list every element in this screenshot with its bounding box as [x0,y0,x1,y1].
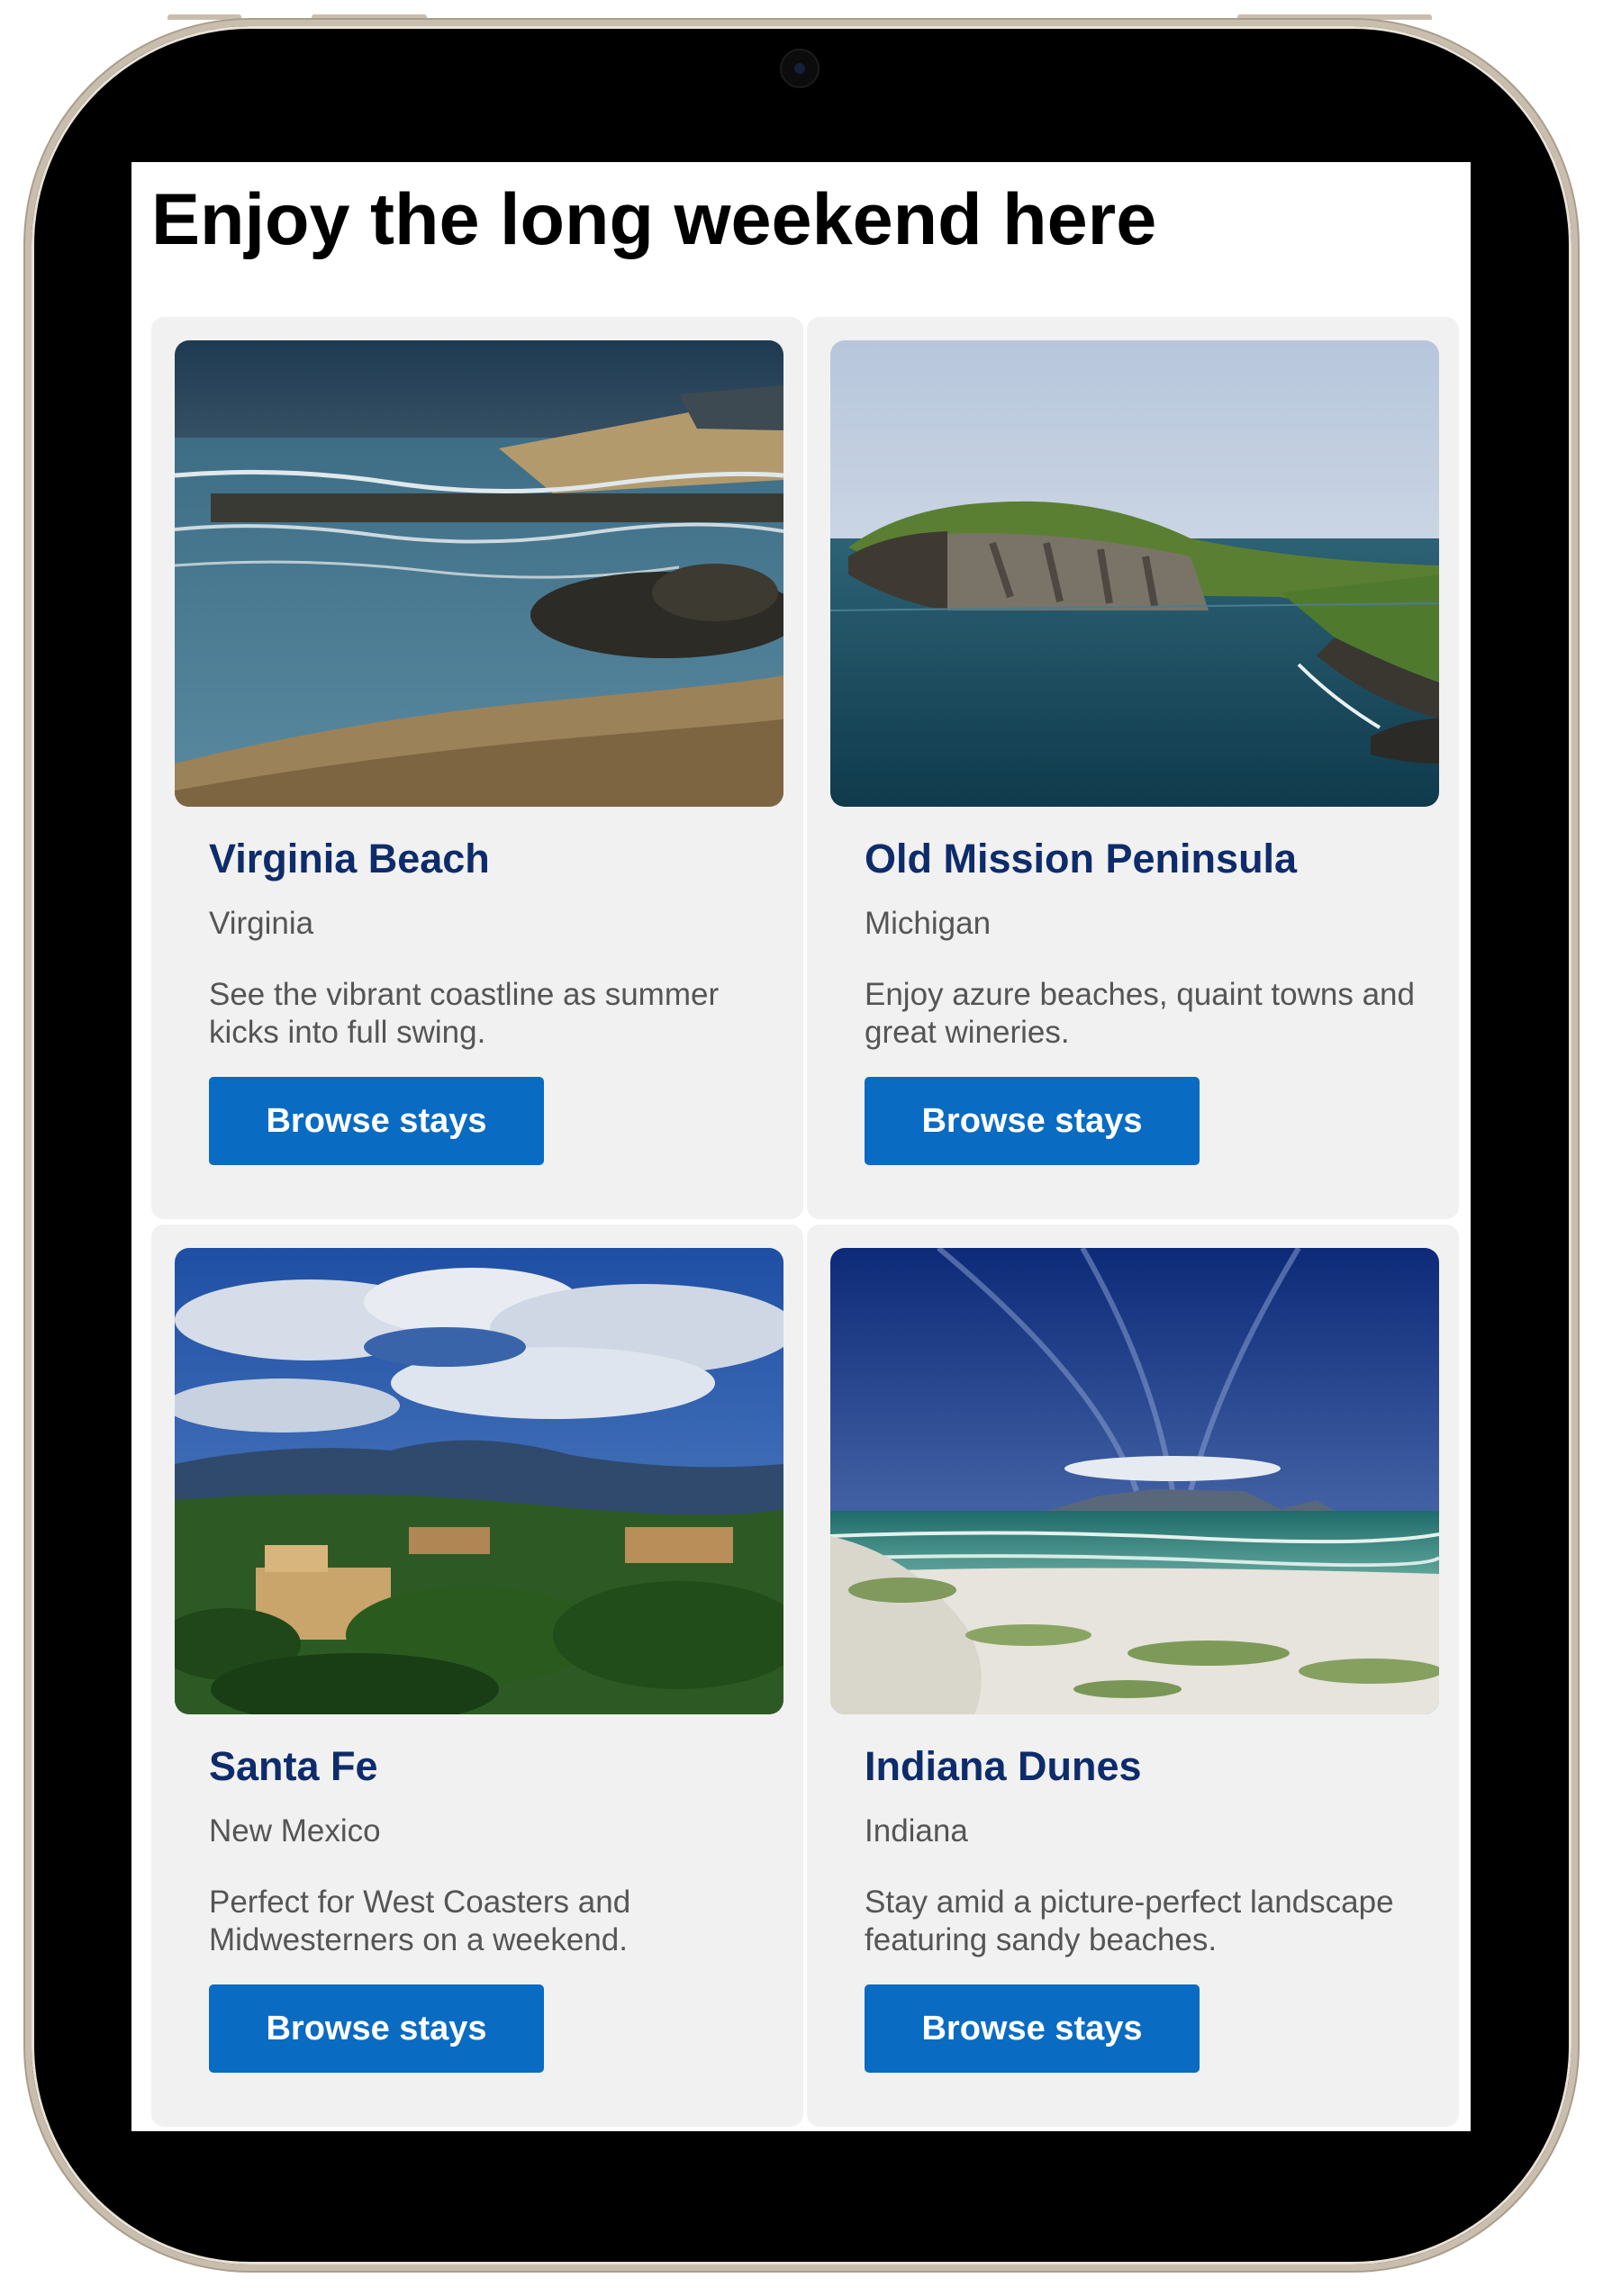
sand-dunes-beach-photo[interactable] [830,1248,1439,1714]
destination-card: Virginia Beach Virginia See the vibrant … [151,317,803,1219]
adobe-town-and-mountains-photo[interactable] [175,1248,783,1714]
destination-card: Santa Fe New Mexico Perfect for West Coa… [151,1225,803,2127]
beach-coastline-photo[interactable] [175,340,783,807]
destination-state: New Mexico [209,1813,381,1849]
email-screen: Enjoy the long weekend here Virginia Bea… [131,162,1471,2131]
volume-button [168,14,241,20]
destination-title[interactable]: Old Mission Peninsula [865,836,1297,882]
browse-stays-button[interactable]: Browse stays [865,1984,1200,2073]
destination-state: Indiana [865,1813,968,1849]
destination-description: Perfect for West Coasters and Midwestern… [209,1885,631,1957]
destination-card: Old Mission Peninsula Michigan Enjoy azu… [807,317,1459,1219]
green-headland-over-sea-photo[interactable] [830,340,1439,807]
browse-stays-button[interactable]: Browse stays [865,1077,1200,1165]
destination-title[interactable]: Indiana Dunes [865,1743,1142,1790]
destination-grid: Virginia Beach Virginia See the vibrant … [151,317,1459,2131]
browse-stays-button[interactable]: Browse stays [209,1077,544,1165]
camera-icon [780,49,820,88]
destination-card: Indiana Dunes Indiana Stay amid a pictur… [807,1225,1459,2127]
destination-title[interactable]: Santa Fe [209,1743,378,1790]
destination-description: See the vibrant coastline as summer kick… [209,977,720,1050]
page-title: Enjoy the long weekend here [151,179,1157,260]
browse-stays-button[interactable]: Browse stays [209,1984,544,2073]
destination-title[interactable]: Virginia Beach [209,836,490,882]
destination-description: Stay amid a picture-perfect landscape fe… [865,1885,1394,1957]
destination-state: Michigan [865,906,992,941]
destination-description: Enjoy azure beaches, quaint towns and gr… [865,977,1415,1050]
destination-state: Virginia [209,906,314,941]
